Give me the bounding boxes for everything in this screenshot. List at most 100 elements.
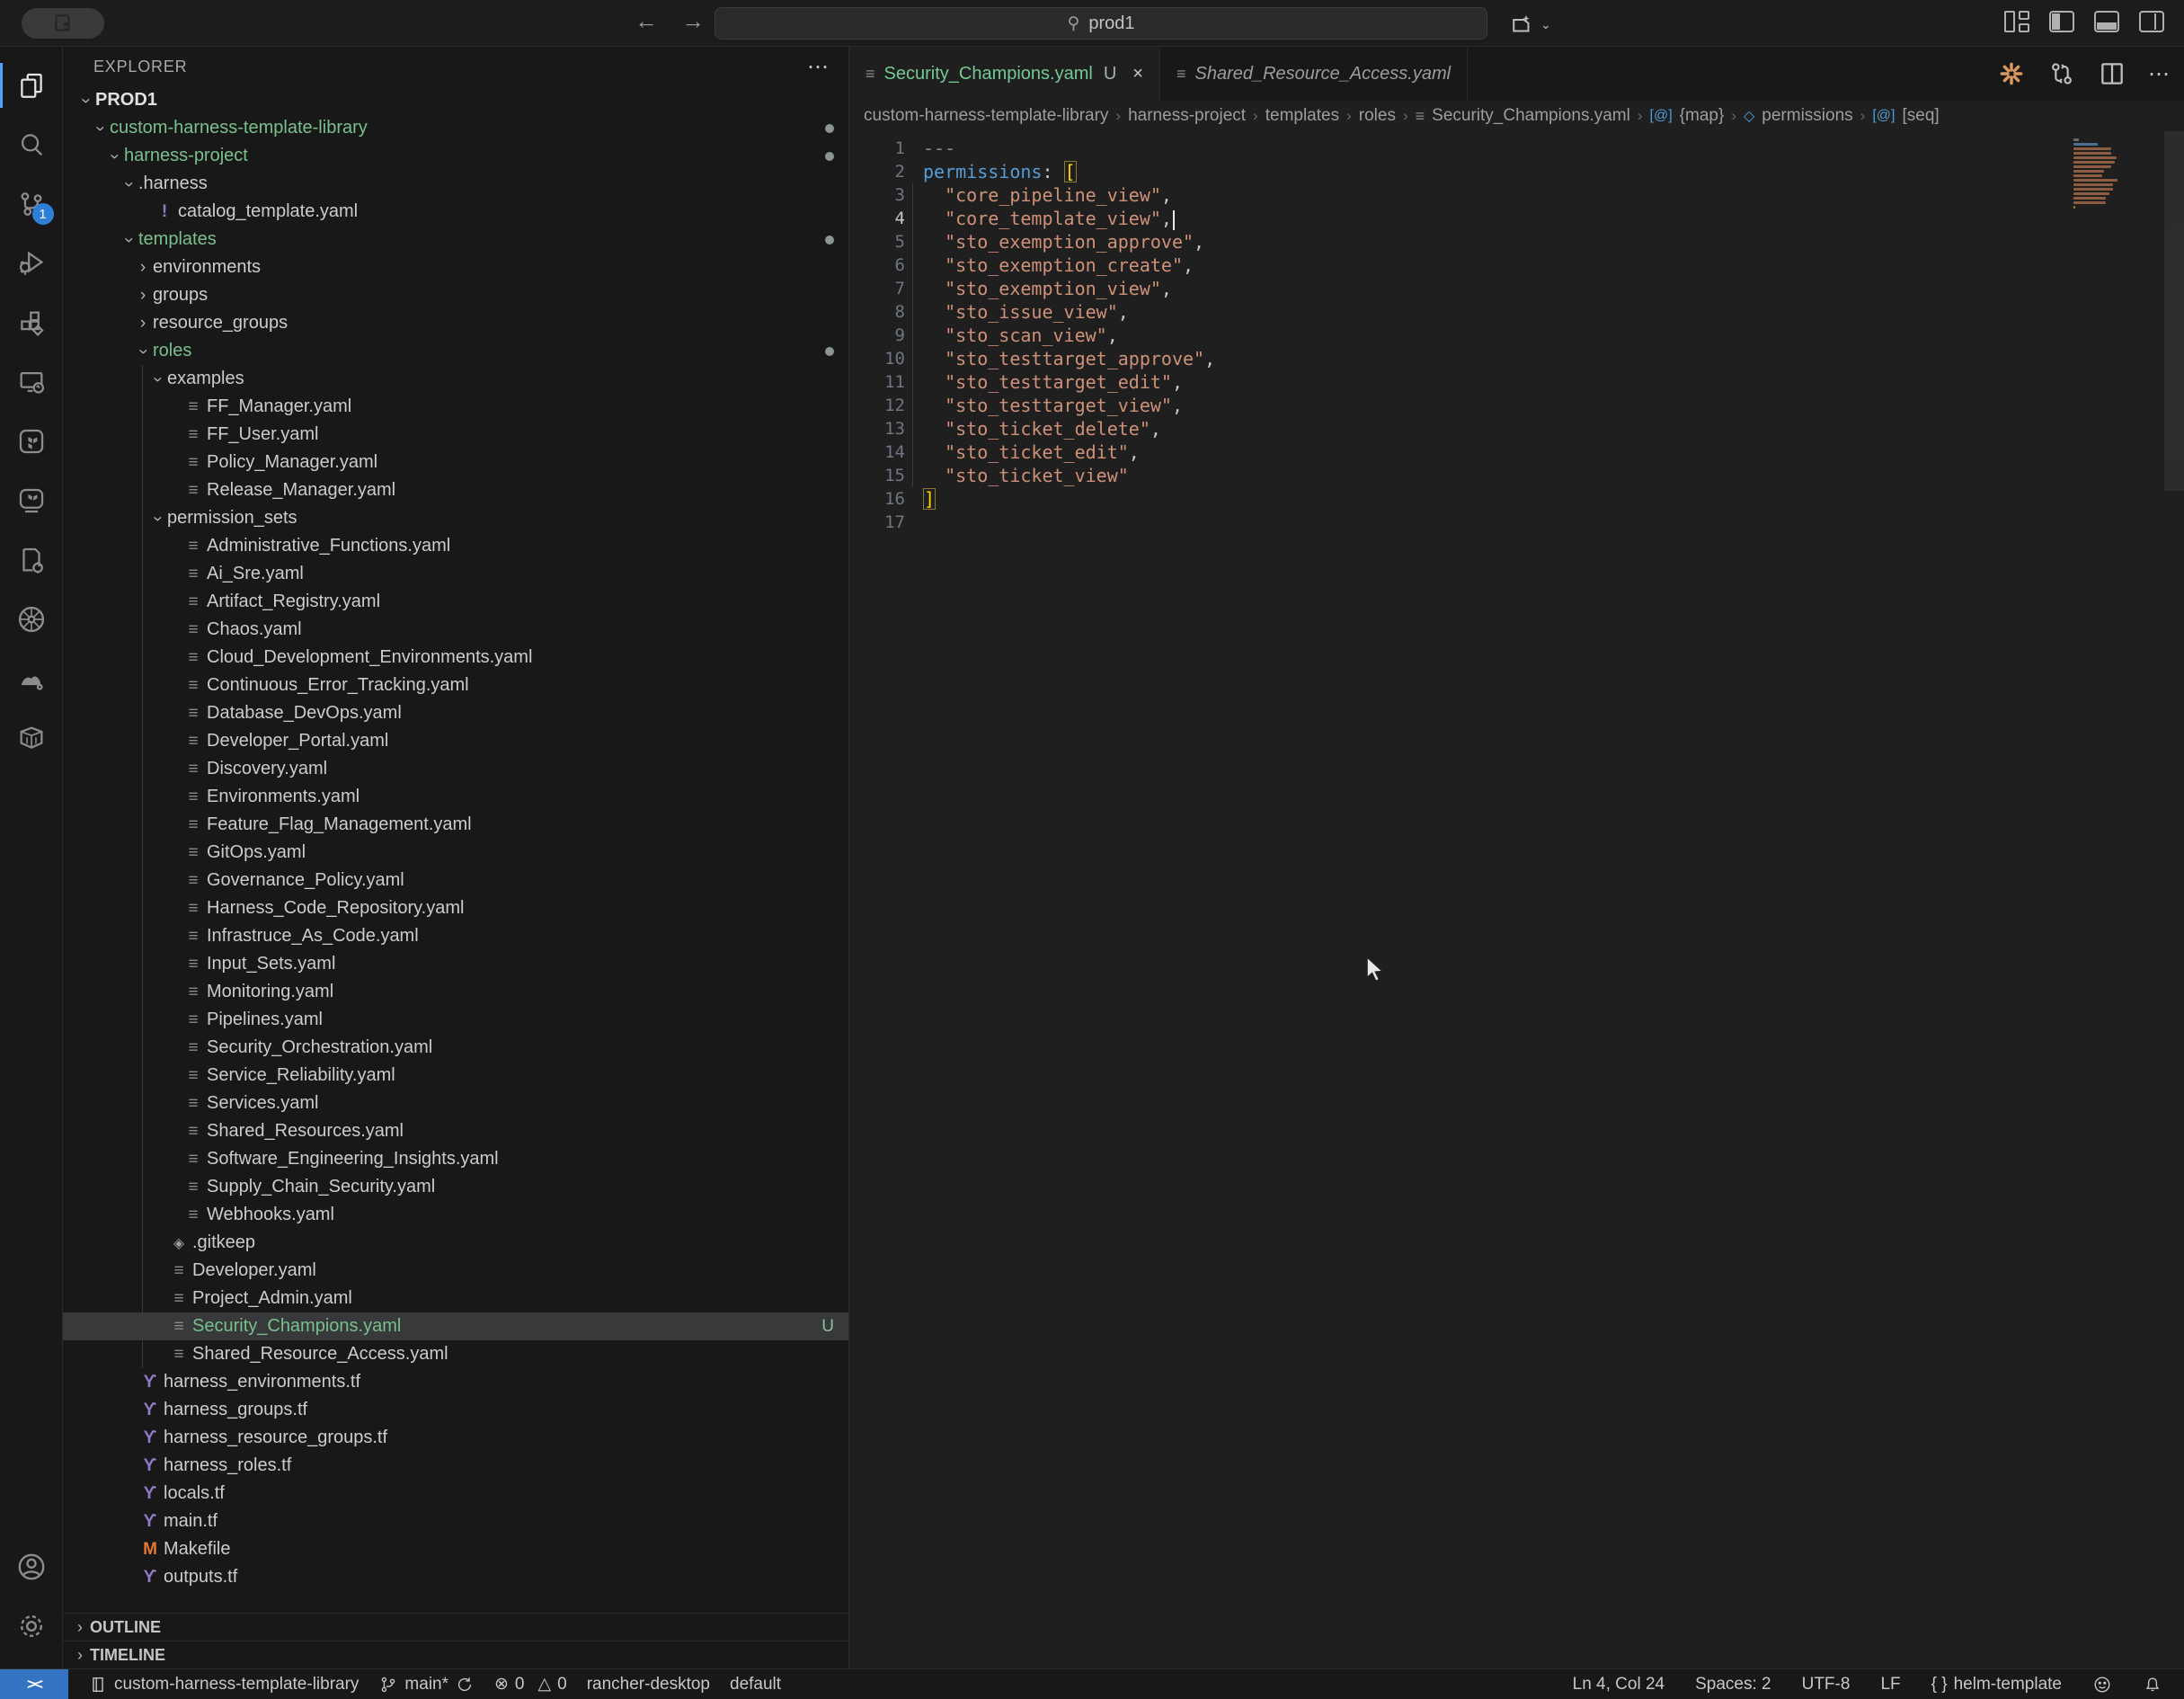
tree-item-file[interactable]: ≡Environments.yaml (63, 783, 848, 811)
tree-item-file[interactable]: ϒharness_environments.tf (63, 1368, 848, 1396)
kube-context[interactable]: rancher-desktop (587, 1675, 710, 1695)
timeline-section[interactable]: › TIMELINE (63, 1641, 848, 1668)
feedback-smiley-icon[interactable] (2092, 1675, 2112, 1695)
tree-item-file[interactable]: ≡Services.yaml (63, 1090, 848, 1117)
tree-item-folder[interactable]: ›groups (63, 281, 848, 309)
cloud-hill-icon[interactable] (0, 649, 63, 708)
tree-item-file[interactable]: ≡Governance_Policy.yaml (63, 867, 848, 894)
tree-item-file[interactable]: ≡Ai_Sre.yaml (63, 560, 848, 588)
tree-item-file[interactable]: ≡FF_User.yaml (63, 421, 848, 449)
breadcrumb-item[interactable]: templates (1265, 106, 1339, 126)
tree-item-file[interactable]: ≡Security_Champions.yamlU (63, 1312, 848, 1340)
chevron-down-icon[interactable]: › (75, 91, 95, 111)
tree-item-folder[interactable]: ›PROD1 (63, 86, 848, 114)
tree-item-folder[interactable]: ›templates (63, 226, 848, 254)
tree-item-file[interactable]: ϒharness_resource_groups.tf (63, 1424, 848, 1452)
tree-item-folder[interactable]: ›.harness (63, 170, 848, 198)
tree-item-file[interactable]: ≡Chaos.yaml (63, 616, 848, 644)
toggle-panel-button[interactable] (2094, 11, 2119, 32)
editor-more-actions-icon[interactable]: ⋯ (2148, 61, 2171, 87)
tree-item-file[interactable]: ≡Developer_Portal.yaml (63, 727, 848, 755)
terraform-icon[interactable] (0, 412, 63, 471)
tree-item-file[interactable]: ≡Shared_Resource_Access.yaml (63, 1340, 848, 1368)
tree-item-folder[interactable]: ›permission_sets (63, 504, 848, 532)
tree-item-file[interactable]: ϒoutputs.tf (63, 1563, 848, 1591)
file-settings-icon[interactable] (0, 530, 63, 590)
nav-back-icon[interactable]: ← (635, 7, 658, 35)
chevron-down-icon[interactable]: › (147, 509, 167, 529)
tree-item-file[interactable]: ≡Cloud_Development_Environments.yaml (63, 644, 848, 672)
tree-item-file[interactable]: ≡Input_Sets.yaml (63, 950, 848, 978)
account-icon[interactable] (0, 1537, 63, 1597)
tree-item-file[interactable]: MMakefile (63, 1535, 848, 1563)
language-mode[interactable]: { } helm-template (1931, 1675, 2062, 1695)
code-line[interactable]: 17 (849, 511, 2067, 534)
tree-item-file[interactable]: ≡Infrastruce_As_Code.yaml (63, 922, 848, 950)
code-line[interactable]: 13 "sto_ticket_delete", (849, 417, 2067, 440)
code-editor[interactable]: 1---2permissions: [3 "core_pipeline_view… (849, 131, 2184, 1668)
tree-item-file[interactable]: ≡Artifact_Registry.yaml (63, 588, 848, 616)
tree-item-file[interactable]: ≡Feature_Flag_Management.yaml (63, 811, 848, 839)
chevron-down-icon[interactable]: › (90, 119, 110, 138)
customize-layout-button[interactable] (2004, 11, 2029, 32)
breadcrumb-item[interactable]: roles (1359, 106, 1396, 126)
tree-item-file[interactable]: ϒmain.tf (63, 1508, 848, 1535)
tree-item-file[interactable]: ≡Supply_Chain_Security.yaml (63, 1173, 848, 1201)
tree-item-file[interactable]: ≡Shared_Resources.yaml (63, 1117, 848, 1145)
chevron-down-icon[interactable]: › (147, 369, 167, 389)
chevron-down-icon[interactable]: › (119, 230, 138, 250)
breadcrumb-item[interactable]: harness-project (1128, 106, 1246, 126)
chevron-right-icon[interactable]: › (133, 258, 153, 278)
tree-item-file[interactable]: !catalog_template.yaml (63, 198, 848, 226)
repo-indicator[interactable]: custom-harness-template-library (88, 1675, 359, 1695)
chevron-down-icon[interactable]: › (119, 174, 138, 194)
extensions-icon[interactable] (0, 293, 63, 352)
code-line[interactable]: 4 "core_template_view", (849, 207, 2067, 230)
search-sidebar-icon[interactable] (0, 115, 63, 174)
chevron-down-icon[interactable]: › (104, 147, 124, 166)
chevron-down-icon[interactable]: › (133, 342, 153, 361)
tab-shared-resource-access[interactable]: ≡ Shared_Resource_Access.yaml (1160, 47, 1468, 101)
notifications-bell-icon[interactable] (2143, 1675, 2162, 1695)
breadcrumb-item[interactable]: permissions (1762, 106, 1852, 126)
ai-starburst-icon[interactable] (1997, 59, 2026, 88)
chevron-right-icon[interactable]: › (133, 314, 153, 334)
tree-item-file[interactable]: ◈.gitkeep (63, 1229, 848, 1257)
settings-gear-icon[interactable] (0, 1597, 63, 1656)
code-line[interactable]: 16] (849, 487, 2067, 511)
tree-item-file[interactable]: ≡Webhooks.yaml (63, 1201, 848, 1229)
minimap[interactable] (2073, 138, 2159, 215)
tree-item-file[interactable]: ≡Security_Orchestration.yaml (63, 1034, 848, 1062)
code-line[interactable]: 15 "sto_ticket_view" (849, 464, 2067, 487)
tree-item-file[interactable]: ≡Harness_Code_Repository.yaml (63, 894, 848, 922)
copilot-menu[interactable]: ⌄ (1508, 11, 1551, 38)
code-line[interactable]: 10 "sto_testtarget_approve", (849, 347, 2067, 370)
run-debug-icon[interactable] (0, 234, 63, 293)
explorer-icon[interactable] (0, 56, 63, 115)
minimap-slider[interactable] (2164, 131, 2184, 491)
code-line[interactable]: 5 "sto_exemption_approve", (849, 230, 2067, 254)
encoding-indicator[interactable]: UTF-8 (1802, 1675, 1851, 1695)
indentation-indicator[interactable]: Spaces: 2 (1695, 1675, 1771, 1695)
source-control-icon[interactable]: 1 (0, 174, 63, 234)
breadcrumb-item[interactable]: custom-harness-template-library (864, 106, 1108, 126)
kube-namespace[interactable]: default (730, 1675, 781, 1695)
breadcrumb-item[interactable]: Security_Champions.yaml (1432, 106, 1630, 126)
terraform-cloud-icon[interactable] (0, 471, 63, 530)
kubernetes-icon[interactable] (0, 590, 63, 649)
tree-item-folder[interactable]: ›examples (63, 365, 848, 393)
code-line[interactable]: 9 "sto_scan_view", (849, 324, 2067, 347)
split-editor-icon[interactable] (2098, 59, 2126, 88)
code-line[interactable]: 7 "sto_exemption_view", (849, 277, 2067, 300)
code-line[interactable]: 6 "sto_exemption_create", (849, 254, 2067, 277)
code-line[interactable]: 2permissions: [ (849, 160, 2067, 183)
code-line[interactable]: 11 "sto_testtarget_edit", (849, 370, 2067, 394)
code-line[interactable]: 1--- (849, 137, 2067, 160)
tree-item-folder[interactable]: ›harness-project (63, 142, 848, 170)
tree-item-folder[interactable]: ›environments (63, 254, 848, 281)
tree-item-file[interactable]: ≡Service_Reliability.yaml (63, 1062, 848, 1090)
tree-item-file[interactable]: ≡Pipelines.yaml (63, 1006, 848, 1034)
tree-item-file[interactable]: ≡Administrative_Functions.yaml (63, 532, 848, 560)
tree-item-folder[interactable]: ›roles (63, 337, 848, 365)
tree-item-file[interactable]: ≡Database_DevOps.yaml (63, 699, 848, 727)
